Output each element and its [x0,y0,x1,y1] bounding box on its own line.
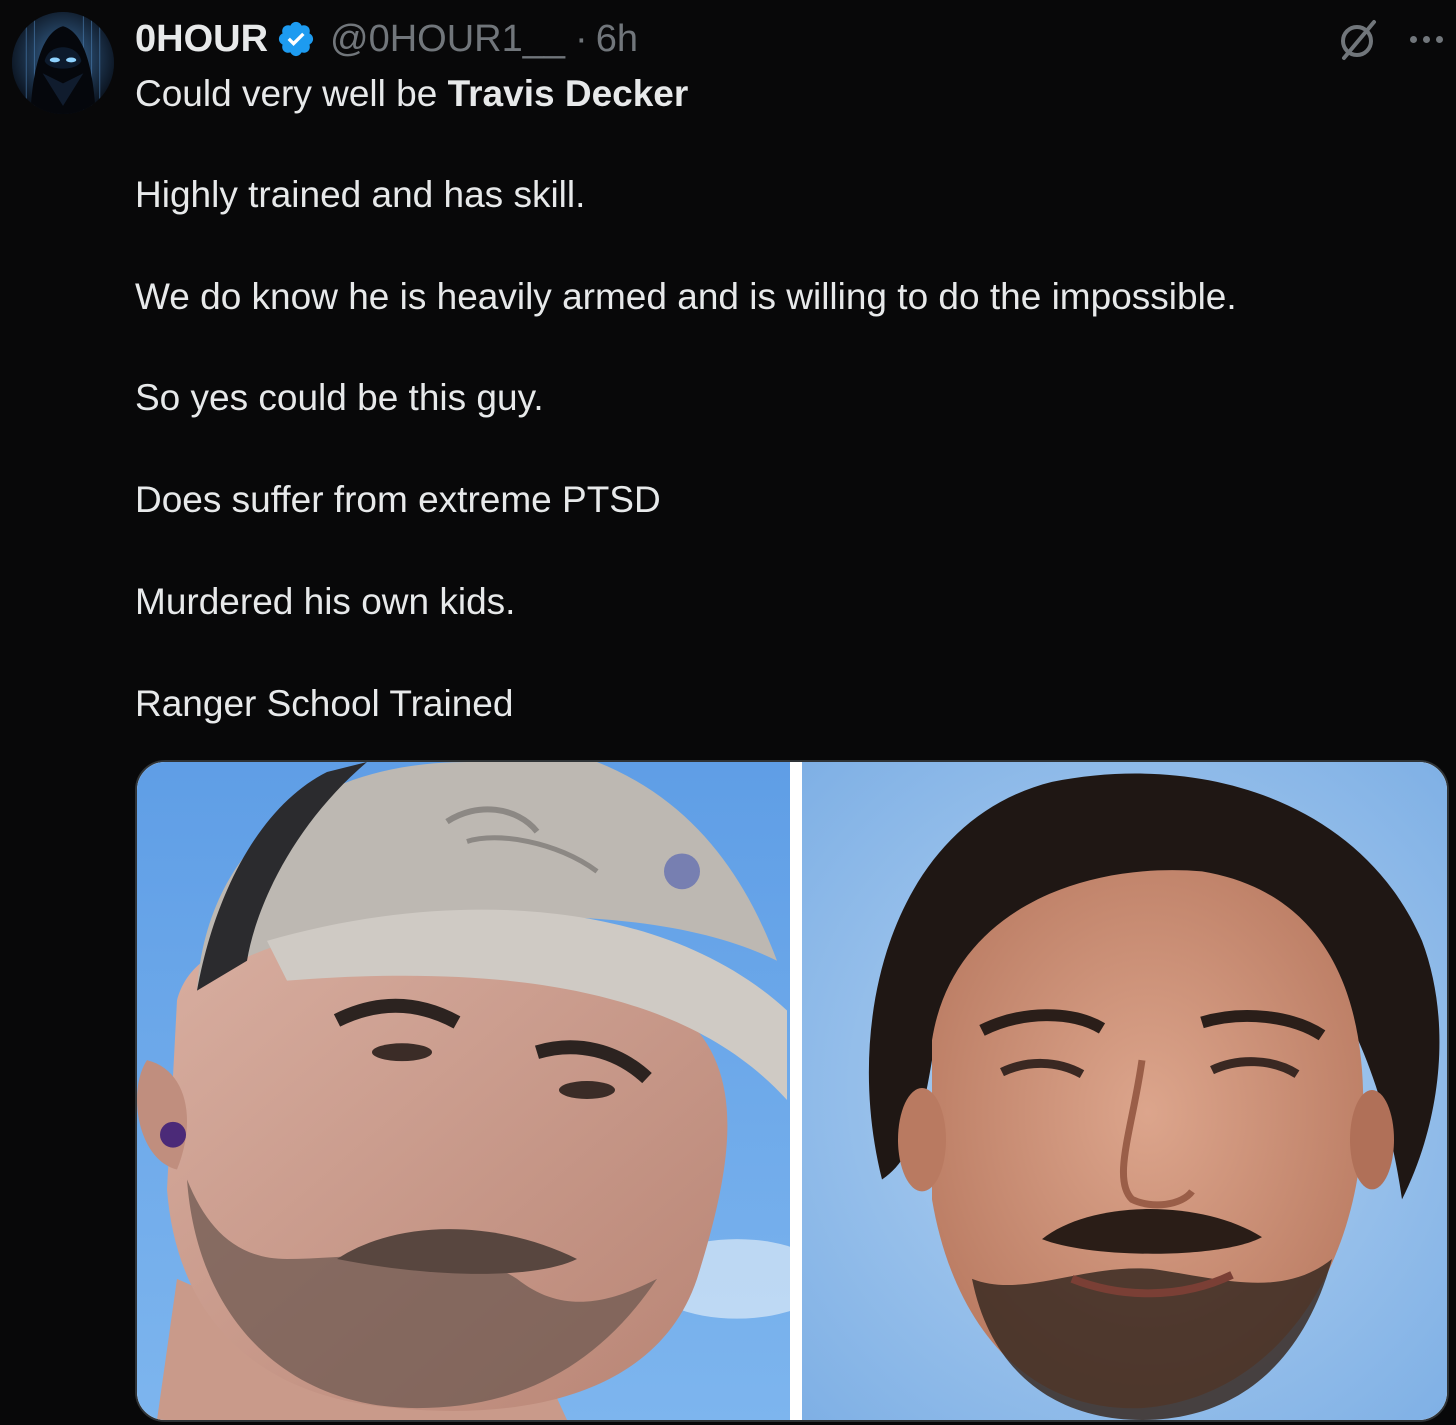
author-avatar[interactable] [12,12,114,114]
tweet-text-prefix: Could very well be [135,73,448,114]
man-id-photo[interactable] [802,762,1447,1420]
more-options-icon[interactable] [1404,28,1448,50]
grok-icon[interactable] [1334,16,1382,64]
tweet-text-line: Ranger School Trained [135,683,514,724]
tweet-text-line: Does suffer from extreme PTSD [135,479,661,520]
tweet-text-line: Murdered his own kids. [135,581,516,622]
tweet-timestamp[interactable]: 6h [596,14,638,64]
author-handle[interactable]: @0HOUR1__ [330,14,565,64]
tweet-header: 0HOUR @0HOUR1__ · 6h [135,14,638,64]
man-in-cap-photo[interactable] [137,762,790,1420]
separator-dot: · [575,18,588,60]
tweet[interactable]: 0HOUR @0HOUR1__ · 6h Could very well be … [0,0,1456,1425]
tweet-text-line: Highly trained and has skill. [135,174,586,215]
tweet-media-grid[interactable] [135,760,1449,1422]
tweet-text-bold-name: Travis Decker [447,73,689,114]
verified-badge-icon[interactable] [276,19,316,59]
hooded-figure-avatar-icon [12,12,114,114]
tweet-text-line: So yes could be this guy. [135,377,544,418]
tweet-text-line: We do know he is heavily armed and is wi… [135,276,1237,317]
author-display-name[interactable]: 0HOUR [135,14,268,64]
tweet-text-line: Could very well be Travis Decker [135,69,688,119]
